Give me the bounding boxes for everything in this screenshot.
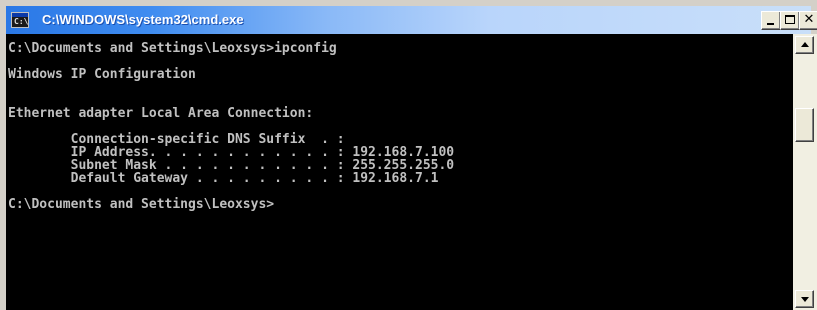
maximize-button[interactable] xyxy=(780,11,800,30)
vertical-scrollbar[interactable] xyxy=(793,34,817,310)
cmd-window: C:\ C:\WINDOWS\system32\cmd.exe ✕ C:\Doc… xyxy=(0,0,817,310)
minimize-button[interactable] xyxy=(761,11,781,30)
console-prompt: C:\Documents and Settings\Leoxsys> xyxy=(8,197,275,212)
console-area[interactable]: C:\Documents and Settings\Leoxsys>ipconf… xyxy=(6,34,793,310)
console-output: C:\Documents and Settings\Leoxsys>ipconf… xyxy=(6,34,793,211)
cmd-icon-glyph: C:\ xyxy=(14,17,29,26)
window-title: C:\WINDOWS\system32\cmd.exe xyxy=(42,12,244,27)
minimize-icon xyxy=(767,23,774,25)
arrow-down-icon xyxy=(801,297,809,302)
arrow-up-icon xyxy=(801,42,809,47)
console-line: Windows IP Configuration xyxy=(8,67,196,82)
scroll-down-button[interactable] xyxy=(795,290,814,308)
close-icon: ✕ xyxy=(803,12,815,27)
scroll-thumb[interactable] xyxy=(795,108,814,142)
maximize-icon xyxy=(785,15,795,24)
cmd-icon[interactable]: C:\ xyxy=(11,12,29,28)
console-line: Ethernet adapter Local Area Connection: xyxy=(8,106,314,121)
scroll-up-button[interactable] xyxy=(795,36,814,54)
title-bar[interactable]: C:\ C:\WINDOWS\system32\cmd.exe ✕ xyxy=(6,6,817,34)
console-line: C:\Documents and Settings\Leoxsys>ipconf… xyxy=(8,41,337,56)
console-line: Default Gateway . . . . . . . . . : 192.… xyxy=(8,171,439,186)
close-button[interactable]: ✕ xyxy=(799,11,817,30)
